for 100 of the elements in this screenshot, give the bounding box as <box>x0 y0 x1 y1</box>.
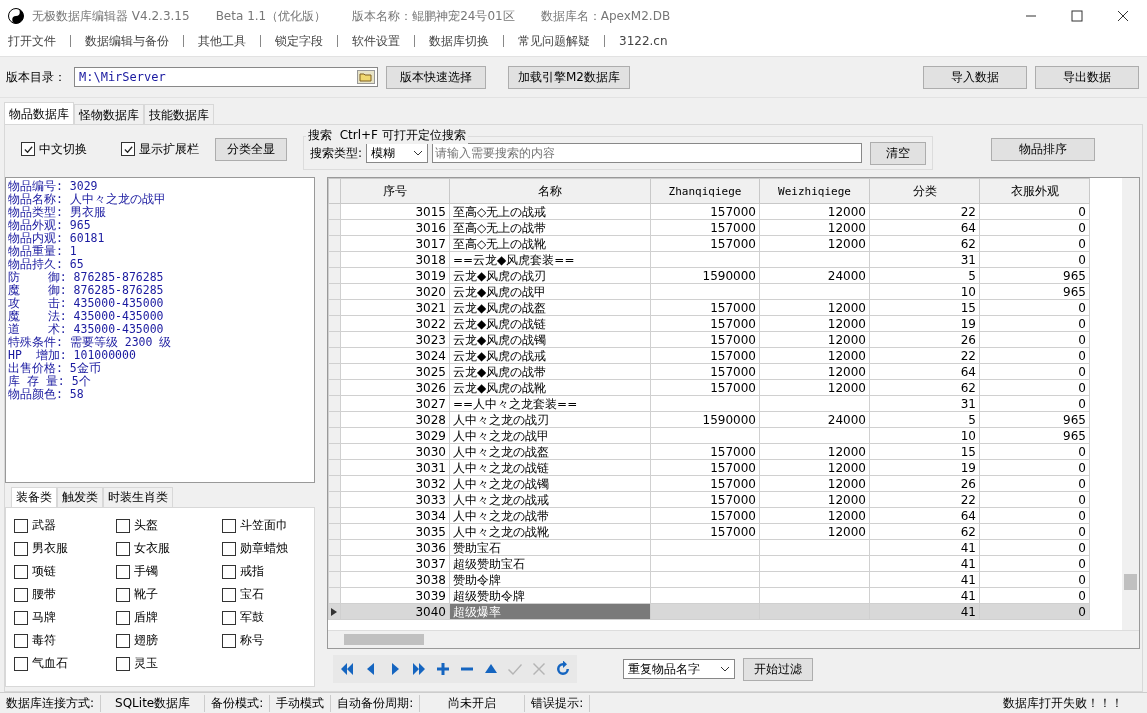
tab[interactable]: 技能数据库 <box>144 104 214 124</box>
table-cell: 超级赞助宝石 <box>449 555 651 572</box>
status-text: 自动备份周期: <box>331 694 421 712</box>
category-checkbox[interactable]: 头盔 <box>116 514 222 537</box>
toolbar-button[interactable]: 加载引擎M2数据库 <box>508 65 630 89</box>
table-cell: 157000 <box>650 459 760 476</box>
clear-button[interactable]: 清空 <box>870 141 927 165</box>
category-checkbox[interactable]: 靴子 <box>116 583 222 606</box>
tab[interactable]: 怪物数据库 <box>74 104 144 124</box>
item-info-line: 魔 法: 435000-435000 <box>8 310 165 323</box>
category-checkbox[interactable]: 女衣服 <box>116 537 222 560</box>
table-cell: 人中々之龙の战镯 <box>449 475 651 492</box>
sort-button[interactable]: 物品排序 <box>991 137 1096 161</box>
status-text: 数据库连接方式: <box>0 694 102 712</box>
category-checkbox[interactable]: 军鼓 <box>222 606 312 629</box>
table-cell: 31 <box>869 251 980 268</box>
table-cell: 12000 <box>759 203 870 220</box>
menu-item[interactable]: 锁定字段 <box>275 32 323 50</box>
data-button[interactable]: 导入数据 <box>923 65 1027 89</box>
item-info-line: 攻 击: 435000-435000 <box>8 297 165 310</box>
last-record-icon[interactable] <box>411 661 427 677</box>
table-cell: 云龙◆风虎の战戒 <box>449 347 651 364</box>
table-cell: 12000 <box>759 459 870 476</box>
table-cell: 3018 <box>340 251 450 268</box>
table-cell: 22 <box>869 347 980 364</box>
table-cell: 3038 <box>340 571 450 588</box>
table-cell: 3025 <box>340 363 450 380</box>
menu-item[interactable]: 软件设置 <box>352 32 400 50</box>
table-cell: 12000 <box>759 523 870 540</box>
category-checkbox[interactable]: 手镯 <box>116 560 222 583</box>
plus-icon[interactable] <box>435 661 451 677</box>
table-cell: 0 <box>979 219 1090 236</box>
filter-button[interactable]: 开始过滤 <box>743 657 813 681</box>
item-info-line: 库 存 量: 5个 <box>8 375 92 388</box>
filter-dropdown[interactable]: 重复物品名字 <box>623 659 735 679</box>
toolbar-button[interactable]: 版本快速选择 <box>386 65 486 89</box>
table-cell: 3036 <box>340 539 450 556</box>
column-header[interactable]: 序号 <box>340 178 450 204</box>
category-checkbox[interactable]: 毒符 <box>14 629 116 652</box>
table-cell: 3020 <box>340 283 450 300</box>
category-checkbox[interactable]: 盾牌 <box>116 606 222 629</box>
column-header[interactable]: 衣服外观 <box>979 178 1090 204</box>
table-cell: 41 <box>869 539 980 556</box>
category-checkbox[interactable]: 武器 <box>14 514 116 537</box>
table-cell: 965 <box>979 411 1090 428</box>
table-cell: 3034 <box>340 507 450 524</box>
refresh-icon[interactable] <box>555 661 571 677</box>
category-checkbox[interactable]: 宝石 <box>222 583 312 606</box>
table-cell: 3039 <box>340 587 450 604</box>
category-checkbox[interactable]: 项链 <box>14 560 116 583</box>
column-header[interactable]: Weizhiqiege <box>759 178 870 204</box>
data-button[interactable]: 导出数据 <box>1035 65 1139 89</box>
category-checkbox[interactable]: 马牌 <box>14 606 116 629</box>
table-cell: 赞助宝石 <box>449 539 651 556</box>
table-cell: 10 <box>869 427 980 444</box>
menu-item[interactable]: 打开文件 <box>8 32 56 50</box>
search-type-dropdown[interactable]: 模糊 <box>366 143 429 163</box>
menu-item[interactable]: 数据库切换 <box>429 32 489 50</box>
maximize-icon[interactable] <box>1071 10 1083 22</box>
category-checkbox[interactable]: 灵玉 <box>116 652 222 675</box>
menu-item[interactable]: 数据编辑与备份 <box>85 32 169 50</box>
menu-item[interactable]: 3122.cn <box>619 34 668 48</box>
column-header[interactable]: 分类 <box>869 178 980 204</box>
first-record-icon[interactable] <box>339 661 355 677</box>
category-tab[interactable]: 装备类 <box>11 487 57 507</box>
category-checkbox[interactable]: 男衣服 <box>14 537 116 560</box>
checkbox[interactable]: 中文切换 <box>21 140 87 158</box>
table-cell: 5 <box>869 267 980 284</box>
category-checkbox[interactable]: 斗笠面巾 <box>222 514 312 537</box>
table-cell: 31 <box>869 395 980 412</box>
menu-item[interactable]: 常见问题解疑 <box>518 32 590 50</box>
table-cell: 157000 <box>650 299 760 316</box>
table-cell: 10 <box>869 283 980 300</box>
table-cell: 1590000 <box>650 411 760 428</box>
category-checkbox[interactable]: 气血石 <box>14 652 116 675</box>
category-checkbox[interactable]: 戒指 <box>222 560 312 583</box>
table-cell: 0 <box>979 571 1090 588</box>
horizontal-scrollbar[interactable] <box>328 630 1139 648</box>
close-icon[interactable] <box>1117 10 1129 22</box>
column-header[interactable]: Zhanqiqiege <box>650 178 760 204</box>
show-all-button[interactable]: 分类全显 <box>215 137 287 161</box>
checkbox[interactable]: 显示扩展栏 <box>121 140 199 158</box>
table-cell: 0 <box>979 475 1090 492</box>
column-header[interactable]: 名称 <box>449 178 651 204</box>
category-checkbox[interactable]: 勋章蜡烛 <box>222 537 312 560</box>
tab[interactable]: 物品数据库 <box>4 102 74 124</box>
table-cell: 3031 <box>340 459 450 476</box>
table-cell: 0 <box>979 587 1090 604</box>
table-cell: 157000 <box>650 443 760 460</box>
category-checkbox[interactable]: 翅膀 <box>116 629 222 652</box>
category-checkbox[interactable]: 腰带 <box>14 583 116 606</box>
search-field[interactable]: 请输入需要搜索的内容 <box>432 143 863 163</box>
table-cell: 19 <box>869 315 980 332</box>
table-cell: 0 <box>979 459 1090 476</box>
category-checkbox[interactable]: 称号 <box>222 629 312 652</box>
directory-field[interactable]: M:\MirServer <box>74 67 378 87</box>
vertical-scrollbar[interactable] <box>1122 178 1139 630</box>
table-cell: 0 <box>979 235 1090 252</box>
table-cell: 0 <box>979 347 1090 364</box>
menu-item[interactable]: 其他工具 <box>198 32 246 50</box>
